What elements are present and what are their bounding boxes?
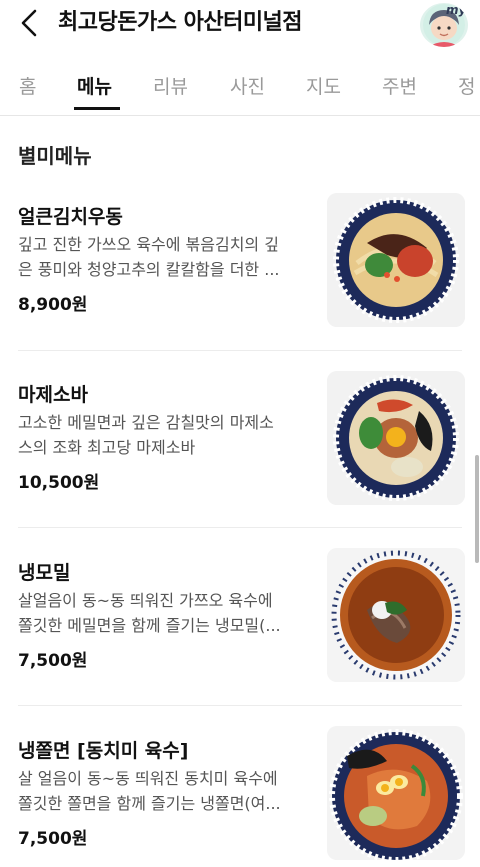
page-title: 최고당돈가스 아산터미널점 (58, 10, 303, 35)
menu-item-description-line: 쫄깃한 쫄면을 함께 즐기는 냉쫄면(여... (18, 794, 281, 813)
tab-home[interactable]: 홈 (19, 72, 36, 99)
kimchi-udon-photo (327, 193, 465, 327)
tab-nearby[interactable]: 주변 (382, 72, 417, 99)
tab-map[interactable]: 지도 (306, 72, 341, 99)
menu-item-description: 고소한 메밀면과 깊은 감칠맛의 마제소 스의 조화 최고당 마제소바 (18, 410, 310, 460)
tab-photos[interactable]: 사진 (230, 72, 265, 99)
menu-item-name: 얼큰김치우동 (18, 206, 123, 228)
tab-info[interactable]: 정 (458, 72, 475, 99)
section-title: 별미메뉴 (18, 144, 92, 168)
menu-item-description-line: 살 얼음이 동~동 띄워진 동치미 육수에 (18, 769, 278, 788)
menu-item-name: 마제소바 (18, 384, 88, 406)
divider (18, 527, 462, 528)
cold-jjolmyeon-photo (327, 726, 465, 860)
tab-divider (0, 115, 480, 116)
top-bar: 최고당돈가스 아산터미널점 my (0, 0, 480, 48)
avatar[interactable]: my (420, 3, 468, 47)
divider (18, 705, 462, 706)
menu-item-description: 살얼음이 동~동 띄워진 가쯔오 육수에 쫄깃한 메밀면을 함께 즐기는 냉모밀… (18, 588, 310, 638)
menu-item-price: 10,500원 (18, 473, 100, 493)
menu-item-description-line: 살얼음이 동~동 띄워진 가쯔오 육수에 (18, 591, 273, 610)
noodle-bowl-icon (327, 371, 465, 505)
menu-item-name: 냉모밀 (18, 562, 71, 584)
mazesoba-photo (327, 371, 465, 505)
menu-item-description: 깊고 진한 가쓰오 육수에 볶음김치의 깊 은 풍미와 청양고추의 칼칼함을 더… (18, 232, 310, 282)
menu-item-description-line: 깊고 진한 가쓰오 육수에 볶음김치의 깊 (18, 235, 279, 254)
chevron-left-icon (21, 9, 37, 37)
menu-item-description-line: 쫄깃한 메밀면을 함께 즐기는 냉모밀(... (18, 616, 281, 635)
menu-item-description-line: 스의 조화 최고당 마제소바 (18, 438, 196, 457)
back-button[interactable] (14, 6, 44, 40)
tab-reviews[interactable]: 리뷰 (153, 72, 188, 99)
active-tab-indicator (74, 107, 120, 110)
menu-item-name: 냉쫄면 [동치미 육수] (18, 740, 189, 762)
menu-item-description: 살 얼음이 동~동 띄워진 동치미 육수에 쫄깃한 쫄면을 함께 즐기는 냉쫄면… (18, 766, 310, 816)
noodle-bowl-icon (327, 548, 465, 682)
divider (18, 350, 462, 351)
scrollbar[interactable] (475, 455, 479, 563)
menu-item-description-line: 고소한 메밀면과 깊은 감칠맛의 마제소 (18, 413, 274, 432)
menu-item-description-line: 은 풍미와 청양고추의 칼칼함을 더한 ... (18, 260, 280, 279)
avatar-label: my (446, 3, 467, 17)
tab-bar: 홈 메뉴 리뷰 사진 지도 주변 정 (0, 62, 480, 112)
tab-menu[interactable]: 메뉴 (77, 72, 112, 99)
menu-item-price: 8,900원 (18, 295, 88, 315)
menu-item-price: 7,500원 (18, 651, 88, 671)
menu-item-price: 7,500원 (18, 829, 88, 849)
noodle-bowl-icon (327, 726, 465, 860)
cold-soba-photo (327, 548, 465, 682)
noodle-bowl-icon (327, 193, 465, 327)
